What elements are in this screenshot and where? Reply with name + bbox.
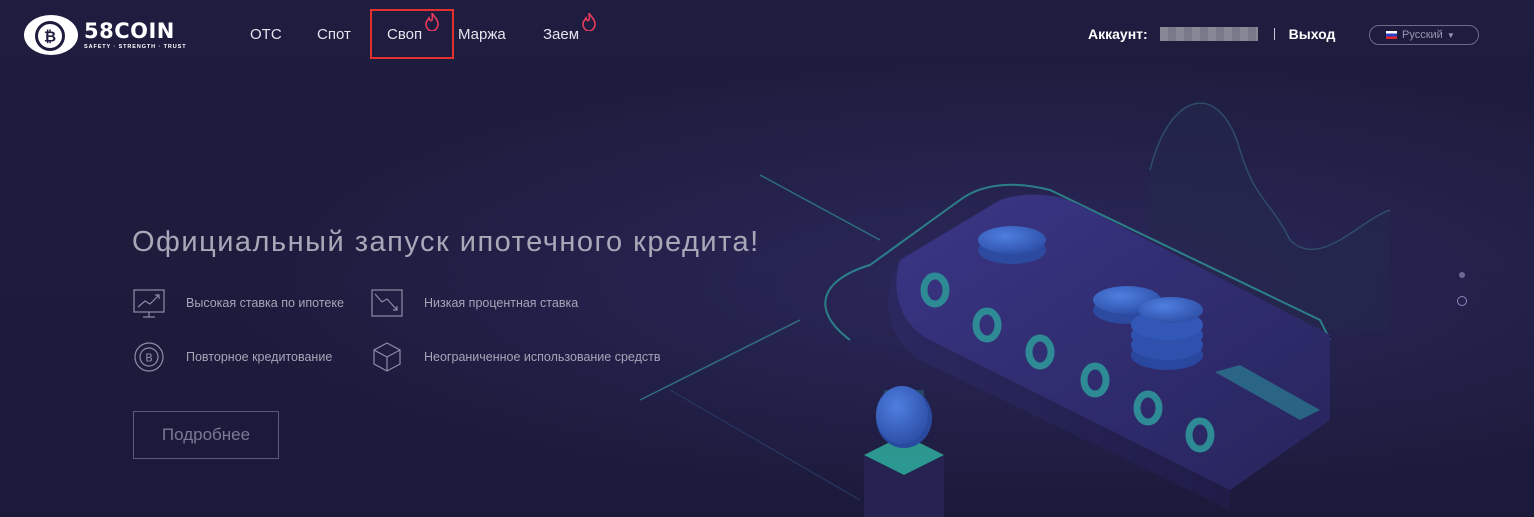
bitcoin-cycle-icon: B <box>134 342 164 372</box>
nav-loan-label: Заем <box>543 26 580 43</box>
feature-item: Неограниченное использование средств <box>370 340 661 374</box>
feature-item: Высокая ставка по ипотеке <box>132 286 344 320</box>
logout-link[interactable]: Выход <box>1289 26 1336 42</box>
brand-name: 58COIN <box>84 19 175 43</box>
svg-text:B: B <box>145 352 153 365</box>
cube-icon <box>373 342 401 372</box>
brand-tagline: SAFETY · STRENGTH · TRUST <box>84 44 187 50</box>
carousel-dot[interactable] <box>1459 272 1465 278</box>
feature-label: Повторное кредитование <box>186 350 333 364</box>
account-area: Аккаунт: Выход <box>1088 26 1335 42</box>
trend-down-chart-icon <box>371 289 403 317</box>
bitcoin-logo-icon: ₿ <box>24 15 78 55</box>
nav-loan[interactable]: Заем <box>543 13 596 45</box>
account-id-redacted <box>1159 27 1258 41</box>
language-label: Русский <box>1402 29 1443 41</box>
trend-up-chart-icon <box>133 289 165 318</box>
divider <box>1273 28 1275 40</box>
svg-text:₿: ₿ <box>44 28 56 46</box>
swap-highlight-box <box>370 9 454 59</box>
hot-flame-icon <box>582 13 596 31</box>
more-details-button[interactable]: Подробнее <box>133 411 279 459</box>
conveyor-illustration <box>639 102 1391 517</box>
russia-flag-icon <box>1386 31 1397 39</box>
feature-label: Неограниченное использование средств <box>424 350 661 364</box>
nav-margin[interactable]: Маржа <box>458 25 506 45</box>
nav-otc[interactable]: OTC <box>250 25 282 45</box>
caret-down-icon: ▼ <box>1446 30 1455 40</box>
account-label: Аккаунт: <box>1088 26 1148 42</box>
language-select[interactable]: Русский ▼ <box>1369 25 1479 45</box>
nav-spot[interactable]: Спот <box>317 25 351 45</box>
top-header: ₿ 58COIN SAFETY · STRENGTH · TRUST OTC С… <box>0 0 1534 70</box>
feature-item: B Повторное кредитование <box>132 340 332 374</box>
feature-item: Низкая процентная ставка <box>370 286 578 320</box>
carousel-dot-active[interactable] <box>1457 296 1467 306</box>
hero-title: Официальный запуск ипотечного кредита! <box>132 226 760 258</box>
feature-label: Высокая ставка по ипотеке <box>186 296 344 310</box>
brand-logo[interactable]: ₿ 58COIN SAFETY · STRENGTH · TRUST <box>22 12 186 58</box>
feature-label: Низкая процентная ставка <box>424 296 579 310</box>
